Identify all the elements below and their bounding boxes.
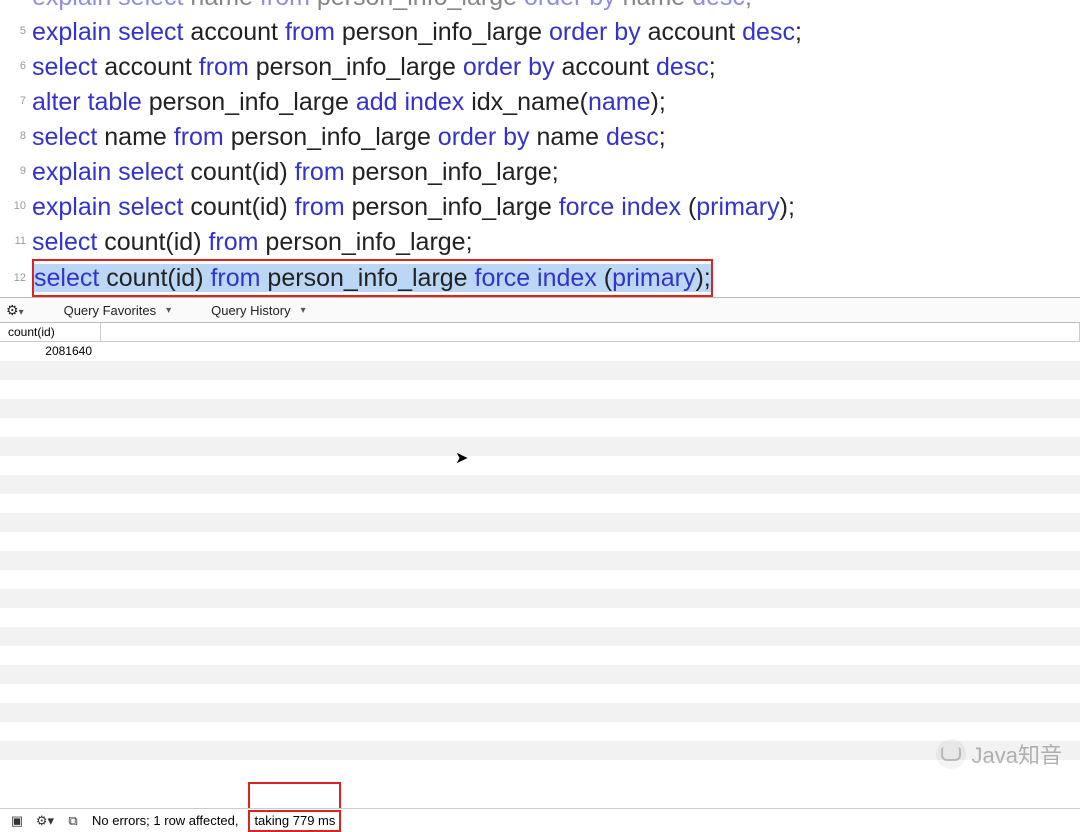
query-favorites-dropdown[interactable]: Query Favorites ▾ — [64, 303, 172, 318]
status-bar: ▣ ⚙▾ ⧉ No errors; 1 row affected, taking… — [0, 808, 1080, 832]
timing-highlight-box — [248, 782, 341, 808]
table-row — [0, 456, 1080, 475]
table-row — [0, 627, 1080, 646]
line-number: 6 — [0, 49, 32, 84]
table-row — [0, 608, 1080, 627]
status-timing: taking 779 ms — [248, 810, 341, 832]
code-line[interactable]: select count(id) from person_info_large; — [32, 225, 473, 259]
line-number: 10 — [0, 189, 32, 224]
table-row — [0, 703, 1080, 722]
table-row — [0, 551, 1080, 570]
gear-icon[interactable]: ⚙▾ — [36, 812, 54, 830]
table-row — [0, 684, 1080, 703]
expand-icon[interactable]: ▣ — [8, 812, 26, 830]
line-number: 5 — [0, 14, 32, 49]
table-row — [0, 361, 1080, 380]
table-row — [0, 437, 1080, 456]
wechat-icon — [936, 739, 966, 769]
line-number: 9 — [0, 154, 32, 189]
chevron-down-icon: ▾ — [166, 305, 171, 316]
watermark-text: Java知音 — [972, 738, 1062, 770]
line-number: 8 — [0, 119, 32, 154]
table-row — [0, 475, 1080, 494]
line-number: 12 — [0, 261, 32, 296]
code-line[interactable]: select count(id) from person_info_large … — [34, 261, 711, 295]
code-line[interactable]: explain select name from person_info_lar… — [32, 0, 752, 14]
result-cell: 2081640 — [0, 342, 100, 361]
table-row — [0, 399, 1080, 418]
table-row — [0, 741, 1080, 760]
watermark: Java知音 — [936, 738, 1062, 770]
code-line[interactable]: explain select count(id) from person_inf… — [32, 155, 559, 189]
code-line[interactable]: select account from person_info_large or… — [32, 50, 716, 84]
line-number: 11 — [0, 224, 32, 259]
table-row — [0, 532, 1080, 551]
table-row — [0, 722, 1080, 741]
code-line[interactable]: select name from person_info_large order… — [32, 120, 666, 154]
table-row — [0, 380, 1080, 399]
copy-icon[interactable]: ⧉ — [64, 812, 82, 830]
query-favorites-label: Query Favorites — [64, 303, 156, 318]
query-history-label: Query History — [211, 303, 290, 318]
table-row — [0, 665, 1080, 684]
table-row — [0, 570, 1080, 589]
code-line[interactable]: explain select account from person_info_… — [32, 15, 802, 49]
table-row — [0, 513, 1080, 532]
table-row — [0, 418, 1080, 437]
line-number: 7 — [0, 84, 32, 119]
table-row — [0, 646, 1080, 665]
gear-icon[interactable]: ⚙▾ — [6, 302, 24, 319]
status-message: No errors; 1 row affected, — [92, 813, 238, 828]
query-history-dropdown[interactable]: Query History ▾ — [211, 303, 306, 318]
results-toolbar: ⚙▾ Query Favorites ▾ Query History ▾ — [0, 297, 1080, 323]
code-line[interactable]: alter table person_info_large add index … — [32, 85, 666, 119]
results-pane[interactable]: count(id) 2081640 ➤ Java知音 — [0, 323, 1080, 808]
table-row — [0, 589, 1080, 608]
sql-editor[interactable]: explain select name from person_info_lar… — [0, 0, 1080, 297]
column-header[interactable]: count(id) — [0, 323, 100, 342]
chevron-down-icon: ▾ — [301, 305, 306, 316]
table-row — [0, 494, 1080, 513]
code-line[interactable]: explain select count(id) from person_inf… — [32, 190, 795, 224]
table-row[interactable]: 2081640 — [0, 342, 1080, 361]
results-table: count(id) 2081640 — [0, 323, 1080, 760]
